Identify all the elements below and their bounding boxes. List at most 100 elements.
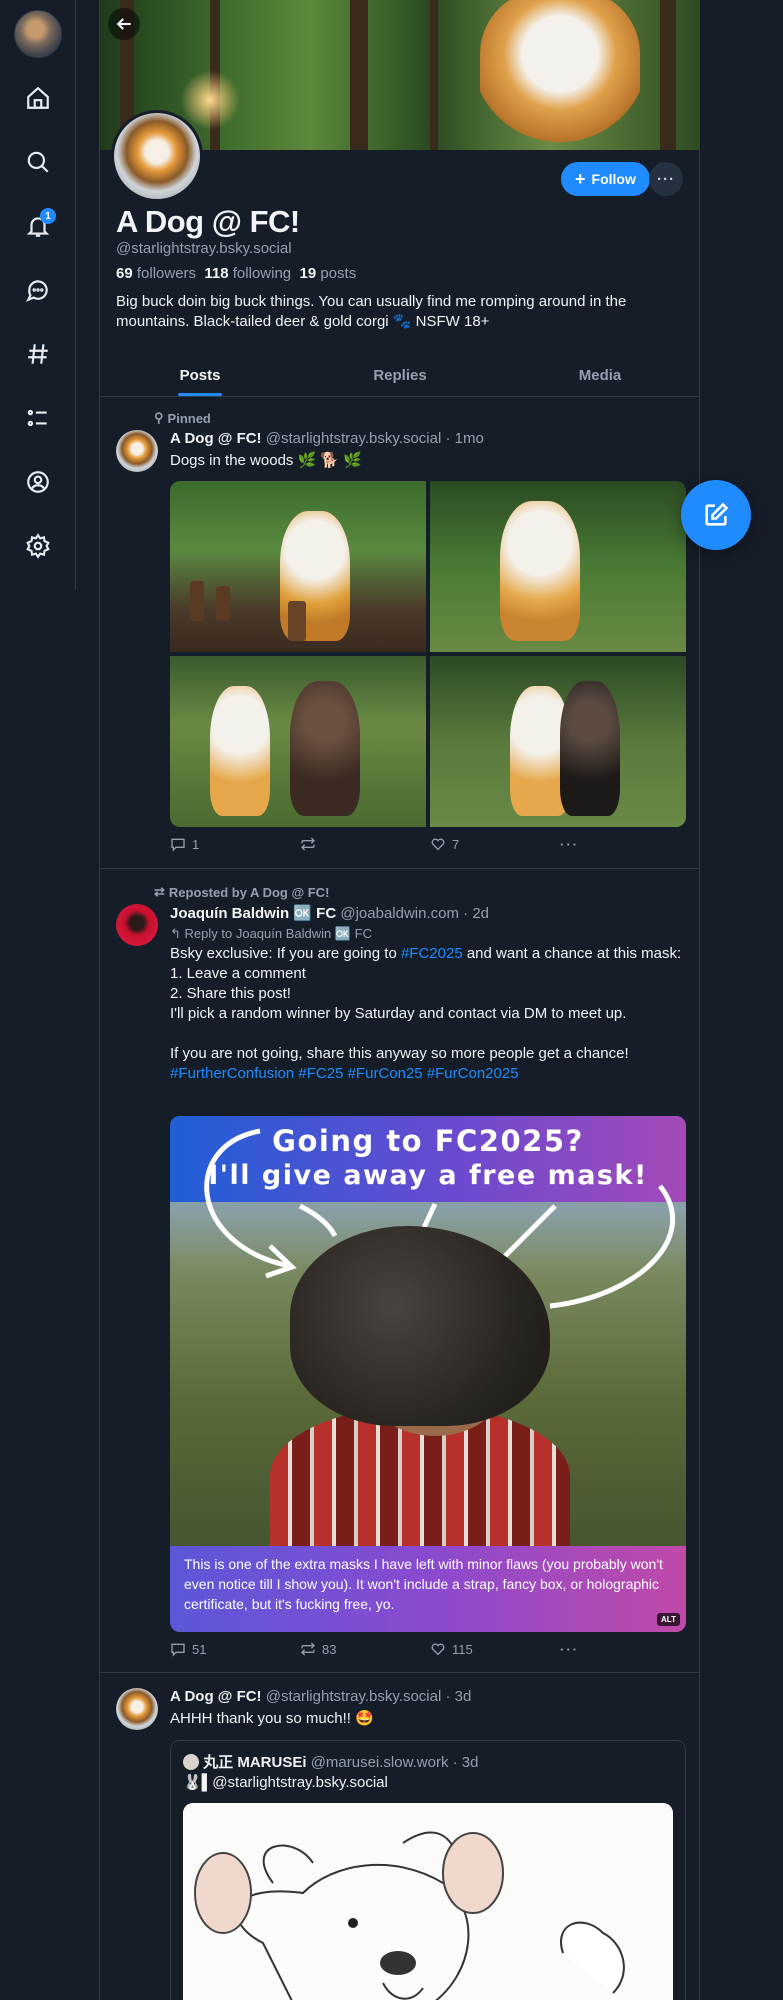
feed-post[interactable]: ⇄ Reposted by A Dog @ FC! Joaquín Baldwi…	[100, 870, 700, 1673]
post-text: Dogs in the woods 🌿 🐕 🌿	[170, 452, 362, 469]
reply-arrow-icon: ↰	[170, 926, 181, 941]
feed-post[interactable]: A Dog @ FC! @starlightstray.bsky.social …	[100, 1674, 700, 2000]
post-more-button[interactable]: ···	[560, 836, 690, 852]
author-handle[interactable]: @joabaldwin.com	[340, 905, 459, 922]
profile-stats: 69 followers 118 following 19 posts	[116, 265, 356, 282]
reply-icon	[171, 1643, 185, 1657]
profile-bio: Big buck doin big buck things. You can u…	[116, 293, 627, 330]
hashtag-link[interactable]: #FC2025	[401, 945, 463, 962]
repost-label: ⇄ Reposted by A Dog @ FC!	[154, 884, 330, 900]
like-button[interactable]: 115	[430, 1641, 560, 1657]
hashtag-links[interactable]: #FurtherConfusion #FC25 #FurCon25 #FurCo…	[170, 1064, 690, 1084]
left-nav: 1	[0, 0, 76, 590]
image-gallery	[170, 481, 686, 827]
quote-header: 丸正 MARUSEi @marusei.slow.work · 3d	[183, 1751, 478, 1772]
post-image[interactable]: Going to FC2025? I'll give away a free m…	[170, 1116, 686, 1632]
reply-button[interactable]: 1	[170, 836, 300, 852]
hashtag-icon[interactable]	[14, 330, 62, 378]
ellipsis-icon: ···	[560, 1641, 579, 1657]
notification-badge: 1	[40, 208, 56, 224]
post-time[interactable]: · 3d	[445, 1688, 471, 1705]
post-line: If you are not going, share this anyway …	[170, 1045, 629, 1062]
post-line: I'll pick a random winner by Saturday an…	[170, 1005, 627, 1022]
search-icon[interactable]	[14, 138, 62, 186]
compose-button[interactable]	[681, 480, 751, 550]
post-time[interactable]: · 1mo	[445, 430, 483, 447]
tab-media[interactable]: Media	[500, 355, 700, 396]
tab-replies[interactable]: Replies	[300, 355, 500, 396]
follow-button[interactable]: + Follow	[561, 162, 650, 196]
more-options-button[interactable]: ···	[649, 162, 683, 196]
quoted-post[interactable]: 丸正 MARUSEi @marusei.slow.work · 3d 🐰▌@st…	[170, 1740, 686, 2000]
tab-posts[interactable]: Posts	[100, 355, 300, 396]
gear-icon[interactable]	[14, 522, 62, 570]
post-time[interactable]: · 2d	[463, 905, 489, 922]
back-button[interactable]	[108, 8, 140, 40]
current-user-avatar[interactable]	[14, 10, 62, 58]
post-header: A Dog @ FC! @starlightstray.bsky.social …	[170, 1688, 471, 1705]
image-caption: This is one of the extra masks I have le…	[170, 1546, 686, 1632]
quote-time: · 3d	[452, 1754, 479, 1771]
feed-post[interactable]: ⚲ Pinned A Dog @ FC! @starlightstray.bsk…	[100, 398, 700, 869]
following-link[interactable]: 118 following	[204, 265, 291, 282]
quote-avatar[interactable]	[183, 1754, 199, 1770]
avatar[interactable]	[116, 430, 158, 472]
display-name: A Dog @ FC!	[116, 204, 300, 239]
avatar[interactable]	[116, 1688, 158, 1730]
profile-tabs: Posts Replies Media	[100, 355, 700, 397]
post-line: 1. Leave a comment	[170, 965, 306, 982]
reply-context[interactable]: ↰ Reply to Joaquín Baldwin 🆗 FC	[170, 924, 690, 944]
post-line-intro: Bsky exclusive: If you are going to #FC2…	[170, 945, 682, 962]
profile-handle: @starlightstray.bsky.social	[116, 240, 292, 257]
sketch-drawing	[194, 1831, 625, 2000]
ellipsis-icon: ···	[560, 836, 579, 852]
repost-icon: ⇄	[154, 884, 165, 899]
author-name[interactable]: A Dog @ FC!	[170, 1688, 262, 1705]
like-button[interactable]: 7	[430, 836, 560, 852]
profile-icon[interactable]	[14, 458, 62, 506]
reply-icon	[171, 838, 185, 852]
plus-icon: +	[575, 169, 586, 189]
post-header: Joaquín Baldwin 🆗 FC @joabaldwin.com · 2…	[170, 904, 489, 922]
bell-icon[interactable]: 1	[14, 202, 62, 250]
pin-icon: ⚲	[154, 410, 164, 425]
repost-button[interactable]: 83	[300, 1641, 430, 1657]
list-icon[interactable]	[14, 394, 62, 442]
avatar[interactable]	[116, 904, 158, 946]
heart-icon	[431, 1643, 445, 1656]
post-actions: 51 83 115 ···	[170, 1641, 690, 1657]
post-text: AHHH thank you so much!! 🤩	[170, 1710, 374, 1727]
heart-icon	[431, 838, 445, 851]
post-actions: 1 7 ···	[170, 836, 690, 852]
home-icon[interactable]	[14, 74, 62, 122]
profile-avatar[interactable]	[111, 110, 203, 202]
profile-column: + Follow ··· A Dog @ FC! @starlightstray…	[99, 0, 700, 2000]
quote-text: 🐰▌@starlightstray.bsky.social	[183, 1774, 388, 1791]
post-line: 2. Share this post!	[170, 985, 291, 1002]
author-handle[interactable]: @starlightstray.bsky.social	[266, 430, 442, 447]
quote-image[interactable]	[183, 1803, 673, 2000]
quote-handle[interactable]: @marusei.slow.work	[311, 1754, 449, 1771]
quote-author[interactable]: 丸正 MARUSEi	[203, 1754, 306, 1771]
post-header: A Dog @ FC! @starlightstray.bsky.social …	[170, 430, 484, 447]
author-name[interactable]: Joaquín Baldwin 🆗 FC	[170, 905, 336, 922]
alt-badge[interactable]: ALT	[657, 1613, 680, 1626]
gallery-image[interactable]	[430, 656, 686, 827]
gallery-image[interactable]	[430, 481, 686, 652]
compose-icon	[705, 502, 729, 526]
repost-icon	[301, 837, 315, 851]
followers-link[interactable]: 69 followers	[116, 265, 196, 282]
follow-label: Follow	[591, 171, 636, 187]
chat-icon[interactable]	[14, 266, 62, 314]
repost-button[interactable]	[300, 836, 430, 852]
pinned-label: ⚲ Pinned	[154, 410, 211, 426]
gallery-image[interactable]	[170, 481, 426, 652]
post-text: Bsky exclusive: If you are going to #FC2…	[170, 944, 690, 1084]
gallery-image[interactable]	[170, 656, 426, 827]
post-more-button[interactable]: ···	[560, 1641, 690, 1657]
posts-count: 19 posts	[299, 265, 357, 282]
author-name[interactable]: A Dog @ FC!	[170, 430, 262, 447]
reply-button[interactable]: 51	[170, 1641, 300, 1657]
repost-icon	[301, 1642, 315, 1656]
author-handle[interactable]: @starlightstray.bsky.social	[266, 1688, 442, 1705]
